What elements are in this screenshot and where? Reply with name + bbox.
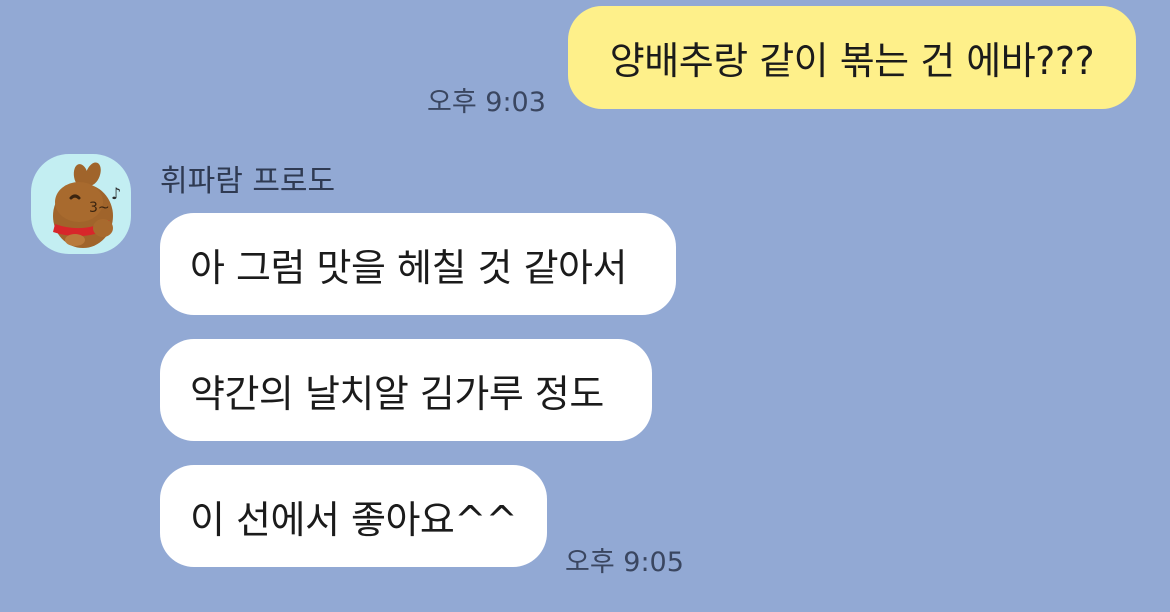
incoming-message-bubble[interactable]: 약간의 날치알 김가루 정도 [160,339,652,441]
incoming-message-bubble[interactable]: 이 선에서 좋아요^^ [160,465,547,567]
incoming-message-text: 약간의 날치알 김가루 정도 [190,371,604,416]
sender-name: 휘파람 프로도 [160,164,336,199]
svg-text:♪: ♪ [111,184,121,203]
outgoing-message-text: 양배추랑 같이 볶는 건 에바??? [609,39,1095,83]
outgoing-message-bubble[interactable]: 양배추랑 같이 볶는 건 에바??? [568,6,1136,109]
outgoing-message-time: 오후 9:03 [427,87,546,118]
incoming-message-time: 오후 9:05 [565,547,684,578]
incoming-message-bubble[interactable]: 아 그럼 맛을 헤칠 것 같아서 [160,213,676,315]
incoming-message-text: 아 그럼 맛을 헤칠 것 같아서 [190,245,627,290]
incoming-message-text: 이 선에서 좋아요^^ [190,497,518,542]
svg-text:3~: 3~ [89,200,110,216]
frodo-character-icon: 3~ ♪ [53,162,121,248]
sender-avatar[interactable]: 3~ ♪ [31,154,131,254]
